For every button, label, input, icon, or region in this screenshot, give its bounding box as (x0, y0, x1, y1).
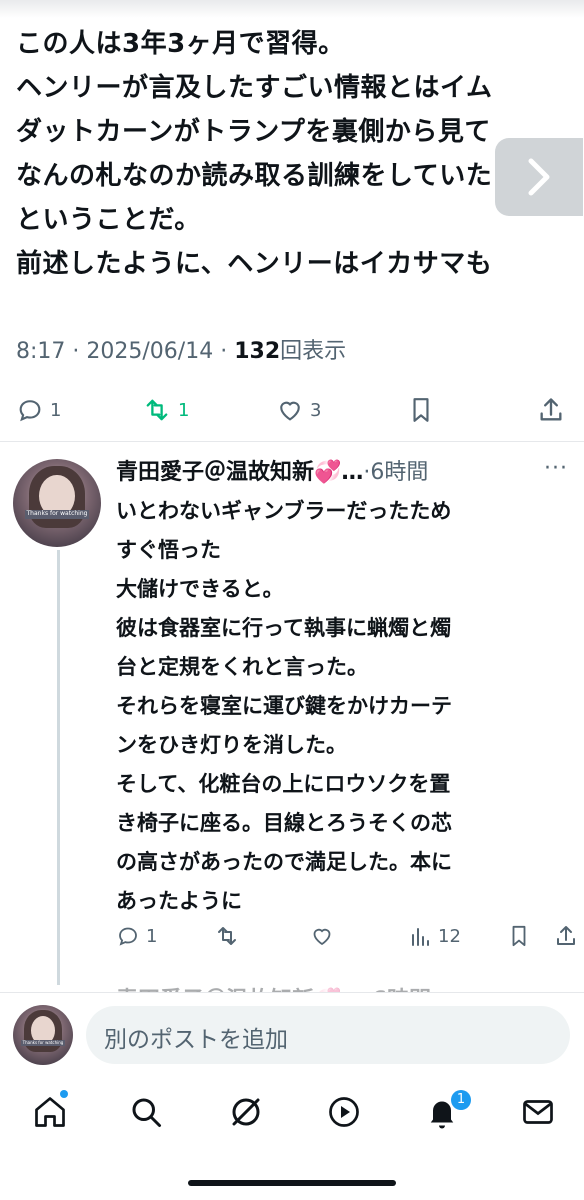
views-label: 回表示 (280, 339, 347, 364)
heart-icon (313, 928, 331, 946)
share-button[interactable] (537, 396, 565, 424)
reply-line: そして、化粧台の上にロウソクを置 (116, 772, 451, 796)
next-media-button[interactable] (495, 138, 583, 216)
chevron-right-icon (528, 158, 550, 196)
bookmark-button[interactable] (408, 396, 434, 424)
share-icon (540, 398, 562, 421)
tweet-text: この人は3年3ヶ月で習得。 ヘンリーが言及したすごい情報とはイム ダットカーンが… (16, 22, 576, 286)
more-options-button[interactable]: ··· (544, 456, 568, 481)
reply-retweet-button[interactable] (214, 924, 240, 948)
reply-line: 彼は食器室に行って執事に蝋燭と燭 (116, 616, 451, 640)
reply-line: あったように (116, 889, 242, 913)
reply-text: いとわないギャンブラーだったため すぐ悟った 大儲けできると。 彼は食器室に行っ… (116, 492, 581, 921)
notifications-badge: 1 (451, 1090, 471, 1110)
top-status-fade (0, 0, 584, 18)
reply-line: 大儲けできると。 (116, 577, 284, 601)
reply-views-count: 12 (438, 925, 461, 947)
tweet-line: ヘンリーが言及したすごい情報とはイム (16, 73, 493, 103)
tweet-line: なんの札なのか読み取る訓練をしていた (16, 161, 493, 191)
reply-line: き椅子に座る。目線とろうそくの芯 (116, 811, 452, 835)
meta-separator: · (72, 339, 80, 364)
reply-reply-button[interactable]: 1 (116, 924, 157, 948)
reply-avatar[interactable]: Thanks for watching (13, 459, 101, 547)
retweet-icon (218, 927, 236, 945)
like-button[interactable]: 3 (276, 396, 321, 424)
reply-line: いとわないギャンブラーだったため (116, 499, 452, 523)
home-unread-dot (60, 1090, 68, 1098)
reply-line: の高さがあったので満足した。本に (116, 850, 452, 874)
tab-home[interactable] (32, 1094, 68, 1130)
search-icon (132, 1098, 161, 1127)
reply-icon (119, 927, 137, 946)
tab-search[interactable] (128, 1094, 164, 1130)
reply-bookmark-button[interactable] (508, 924, 530, 948)
heart-icon (280, 401, 300, 421)
compose-avatar[interactable]: Thanks for watching (13, 1005, 73, 1065)
retweet-icon (146, 399, 168, 421)
reply-author[interactable]: 青田愛子＠温故知新💞… (116, 460, 363, 485)
tweet-time: 8:17 (16, 339, 66, 364)
retweet-count: 1 (178, 399, 190, 421)
messages-icon (523, 1100, 553, 1124)
reply-time: ·6時間 (363, 460, 429, 485)
reply-line: すぐ悟った (116, 538, 221, 562)
divider (0, 441, 584, 442)
compose-input[interactable]: 別のポストを追加 (86, 1006, 570, 1064)
reply-actions: 1 12 (0, 920, 584, 960)
reply-line: それらを寝室に運び鍵をかけカーテ (116, 694, 452, 718)
next-reply-header: 青田愛子＠温故知新💞…·6時間 (116, 982, 431, 992)
meta-separator: · (220, 339, 228, 364)
reply-like-button[interactable] (310, 924, 334, 948)
reply-header: 青田愛子＠温故知新💞…·6時間 (116, 454, 428, 486)
views-count: 132 (234, 339, 281, 364)
tweet-date: 2025/06/14 (86, 339, 214, 364)
home-icon (35, 1097, 65, 1127)
bookmark-icon (512, 925, 526, 947)
grok-icon (232, 1098, 260, 1126)
tab-grok[interactable] (228, 1094, 264, 1130)
tweet-line: この人は3年3ヶ月で習得。 (16, 29, 345, 59)
reply-views-button[interactable]: 12 (410, 924, 461, 948)
reply-share-button[interactable] (554, 924, 578, 948)
reply-count: 1 (50, 399, 62, 421)
tweet-actions: 1 1 3 (0, 390, 584, 430)
tweet-meta: 8:17 · 2025/06/14 · 132回表示 (16, 333, 346, 365)
share-icon (557, 926, 575, 945)
reply-icon (19, 400, 41, 422)
retweet-button[interactable]: 1 (142, 396, 189, 424)
avatar-caption: Thanks for watching (25, 510, 89, 519)
video-icon (329, 1097, 359, 1127)
tweet-line: ということだ。 (16, 205, 201, 235)
like-count: 3 (310, 399, 322, 421)
analytics-icon (412, 928, 429, 946)
compose-placeholder: 別のポストを追加 (104, 1027, 288, 1053)
reply-reply-count: 1 (146, 925, 158, 947)
tab-video[interactable] (326, 1094, 362, 1130)
reply-line: ンをひき灯りを消した。 (116, 733, 347, 757)
reply-button[interactable]: 1 (16, 396, 61, 424)
home-indicator (188, 1180, 396, 1186)
avatar-caption: Thanks for watching (21, 1039, 65, 1046)
tweet-line: ダットカーンがトランプを裏側から見て (16, 117, 491, 147)
tweet-line: 前述したように、ヘンリーはイカサマも (16, 249, 493, 279)
bookmark-icon (413, 398, 429, 422)
tab-messages[interactable] (520, 1094, 556, 1130)
reply-line: 台と定規をくれと言った。 (116, 655, 368, 679)
